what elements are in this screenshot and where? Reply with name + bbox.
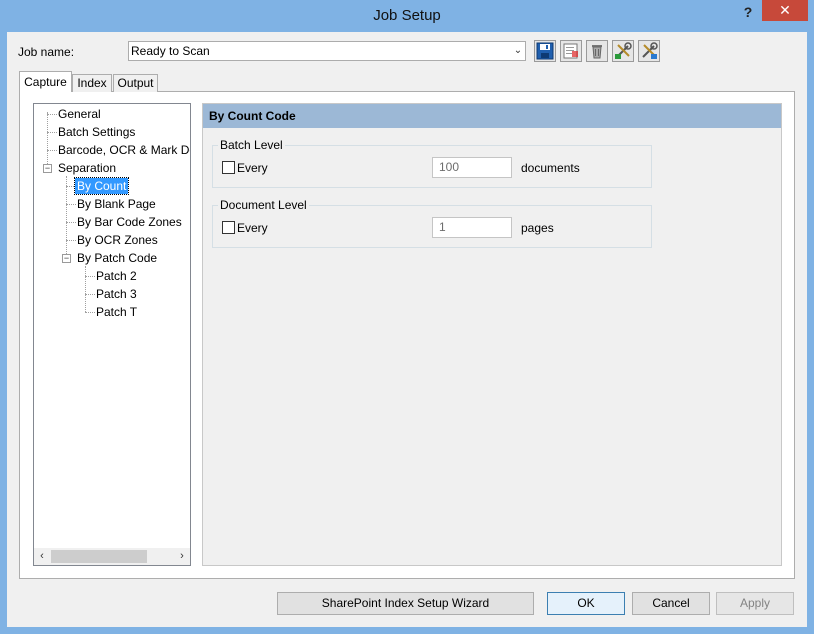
tab-index[interactable]: Index [72, 74, 112, 92]
batch-every-label: Every [237, 161, 268, 175]
settings-icon [642, 42, 658, 59]
tools-icon [615, 42, 632, 59]
tree-connector [47, 150, 57, 151]
tree-connector [85, 266, 86, 312]
tree-item-batch-settings[interactable]: Batch Settings [58, 124, 135, 140]
tree-connector [47, 112, 48, 168]
tab-output[interactable]: Output [113, 74, 158, 92]
tree-item-by-count[interactable]: By Count [73, 177, 130, 195]
help-button[interactable]: ? [736, 2, 760, 22]
scrollbar-thumb[interactable] [51, 550, 147, 563]
batch-level-label: Batch Level [218, 138, 285, 152]
properties-icon [563, 43, 578, 59]
save-icon [536, 42, 554, 60]
tree-connector [66, 204, 76, 205]
job-settings-button[interactable] [638, 40, 660, 62]
document-count-input[interactable]: 1 [432, 217, 512, 238]
window-frame-left [0, 32, 7, 627]
tree-connector [47, 132, 57, 133]
save-job-button[interactable] [534, 40, 556, 62]
collapse-separation-toggle[interactable]: − [43, 164, 52, 173]
document-every-label: Every [237, 221, 268, 235]
tree-item-patch-t[interactable]: Patch T [96, 304, 137, 320]
run-job-button[interactable] [612, 40, 634, 62]
tree-connector [66, 240, 76, 241]
ok-button[interactable]: OK [547, 592, 625, 615]
document-unit-label: pages [521, 221, 554, 235]
tree-connector [66, 176, 67, 258]
tree-item-by-bar-code-zones[interactable]: By Bar Code Zones [77, 214, 182, 230]
settings-tree[interactable]: − − General Batch Settings Barcode, OCR … [33, 103, 191, 566]
window-title: Job Setup [373, 7, 441, 24]
job-name-label: Job name: [18, 45, 75, 59]
tree-item-general[interactable]: General [58, 106, 101, 122]
apply-button[interactable]: Apply [716, 592, 794, 615]
tree-connector [66, 222, 76, 223]
tree-item-by-blank-page[interactable]: By Blank Page [77, 196, 156, 212]
job-name-value: Ready to Scan [131, 44, 210, 58]
scroll-left-arrow-icon[interactable]: ‹ [34, 548, 50, 565]
tree-connector [85, 276, 95, 277]
scroll-right-arrow-icon[interactable]: › [174, 548, 190, 565]
window-frame-bottom [0, 627, 814, 634]
tree-item-by-ocr-zones[interactable]: By OCR Zones [77, 232, 158, 248]
batch-unit-label: documents [521, 161, 580, 175]
document-level-label: Document Level [218, 198, 309, 212]
delete-job-button[interactable] [586, 40, 608, 62]
collapse-patch-code-toggle[interactable]: − [62, 254, 71, 263]
close-button[interactable]: ✕ [762, 0, 808, 21]
properties-button[interactable] [560, 40, 582, 62]
tree-connector [85, 312, 95, 313]
batch-every-checkbox[interactable] [222, 161, 235, 174]
document-every-checkbox[interactable] [222, 221, 235, 234]
tree-item-barcode-ocr-mark[interactable]: Barcode, OCR & Mark De [58, 142, 190, 158]
chevron-down-icon[interactable]: ⌄ [512, 43, 524, 59]
tree-connector [85, 294, 95, 295]
tree-item-separation[interactable]: Separation [58, 160, 116, 176]
detail-panel-title: By Count Code [209, 109, 296, 123]
tree-connector [47, 114, 57, 115]
trash-icon [592, 45, 602, 59]
batch-count-input[interactable]: 100 [432, 157, 512, 178]
window-frame-right [807, 32, 814, 627]
tree-item-patch-3[interactable]: Patch 3 [96, 286, 137, 302]
sharepoint-wizard-button[interactable]: SharePoint Index Setup Wizard [277, 592, 534, 615]
cancel-button[interactable]: Cancel [632, 592, 710, 615]
tree-item-by-patch-code[interactable]: By Patch Code [77, 250, 157, 266]
tab-capture[interactable]: Capture [19, 71, 72, 92]
tree-item-patch-2[interactable]: Patch 2 [96, 268, 137, 284]
